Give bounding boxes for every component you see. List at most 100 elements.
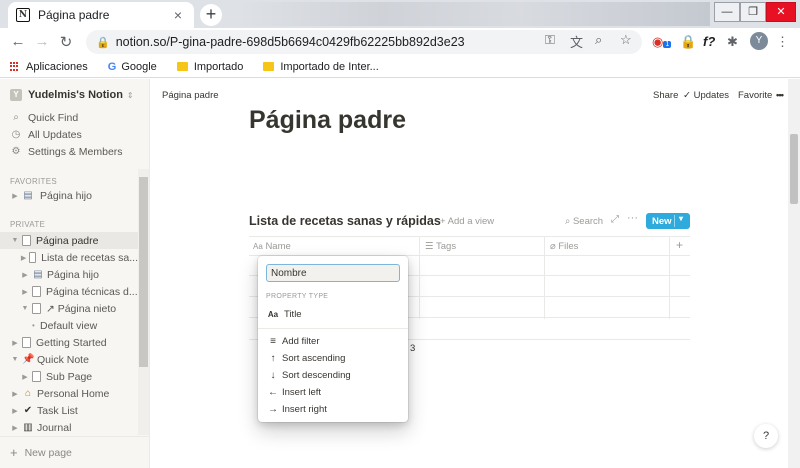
puzzle-extensions-icon[interactable]: ✱ — [727, 34, 738, 50]
arrow-down-icon: ↓ — [270, 370, 276, 381]
bookmark-star-icon[interactable]: ☆ — [620, 32, 632, 48]
sidebar-item-getting-started[interactable]: ▶ Getting Started — [0, 334, 138, 351]
more-options-icon[interactable]: ··· — [627, 212, 638, 224]
sidebar-item-favorite-pagina-hijo[interactable]: ▶ ▤ Página hijo — [0, 187, 138, 204]
menu-divider — [258, 328, 408, 329]
address-bar[interactable]: 🔒 notion.so/P-gina-padre-698d5b6694c0429… — [86, 30, 642, 54]
caret-down-icon[interactable]: ▼ — [10, 237, 20, 244]
reload-icon[interactable]: ↻ — [56, 33, 76, 51]
back-arrow-icon[interactable]: ← — [8, 33, 28, 50]
lock-extension-icon[interactable]: 🔒 — [680, 34, 696, 50]
insert-left-menu-item[interactable]: ← Insert left — [258, 384, 408, 401]
sidebar-item-label: Página técnicas d... — [46, 285, 138, 298]
workspace-switcher[interactable]: Y Yudelmis's Notion ⇕ — [10, 89, 134, 101]
formula-extension-icon[interactable]: f? — [703, 34, 715, 49]
caret-right-icon[interactable]: ▶ — [10, 390, 20, 398]
new-tab-button[interactable]: + — [200, 4, 222, 26]
workspace-name: Yudelmis's Notion — [28, 89, 123, 101]
bookmark-apps[interactable]: Aplicaciones — [10, 61, 88, 73]
chevron-down-icon[interactable]: ▾ — [679, 214, 683, 223]
property-type-title[interactable]: Aa Title — [258, 306, 408, 323]
sidebar-item-label: Settings & Members — [28, 145, 123, 158]
translate-icon[interactable]: 文 — [570, 32, 583, 51]
new-record-button[interactable]: New ▾ — [646, 213, 690, 229]
caret-down-icon[interactable]: ▼ — [10, 356, 20, 363]
bookmark-label: Importado de Inter... — [280, 60, 379, 73]
pushpin-icon: 📌 — [22, 354, 35, 365]
sort-ascending-menu-item[interactable]: ↑ Sort ascending — [258, 350, 408, 367]
close-tab-icon[interactable]: × — [170, 7, 186, 23]
extension-badge-icon[interactable]: ◉ 1 — [652, 34, 672, 50]
sort-descending-menu-item[interactable]: ↓ Sort descending — [258, 367, 408, 384]
maximize-icon[interactable]: ❐ — [740, 2, 766, 22]
key-icon[interactable]: ⚿ — [545, 32, 555, 48]
insert-right-menu-item[interactable]: → Insert right — [258, 401, 408, 418]
row-count: 3 — [410, 343, 416, 354]
column-header-name[interactable]: Aa Name — [253, 241, 291, 252]
caret-right-icon[interactable]: ▶ — [10, 192, 20, 200]
more-options-icon[interactable]: ••• — [776, 90, 784, 101]
property-name-input[interactable] — [266, 264, 400, 282]
sidebar-item-personal-home[interactable]: ▶ ⌂ Personal Home — [0, 385, 138, 402]
database-search-button[interactable]: ⌕ Search — [565, 216, 603, 227]
main-scrollbar-thumb[interactable] — [790, 134, 798, 204]
breadcrumb[interactable]: Página padre — [162, 90, 219, 101]
help-button[interactable]: ? — [754, 424, 778, 448]
sidebar-item-pagina-padre[interactable]: ▼ Página padre — [0, 232, 138, 249]
favorite-button[interactable]: Favorite — [738, 90, 772, 101]
caret-right-icon[interactable]: ▶ — [10, 424, 20, 432]
sidebar-item-pagina-tecnicas[interactable]: ▶ Página técnicas d... — [0, 283, 138, 300]
tab-title: Página padre — [38, 8, 110, 22]
column-label: Name — [265, 241, 291, 252]
sidebar-item-settings[interactable]: ⚙ Settings & Members — [0, 143, 138, 160]
browser-tab[interactable]: N Página padre × — [8, 2, 194, 28]
bookmark-google[interactable]: G Google — [108, 61, 157, 73]
page-topbar: Página padre Share ✓ Updates Favorite ••… — [150, 79, 800, 113]
caret-right-icon[interactable]: ▶ — [10, 407, 20, 415]
add-column-button[interactable]: + — [676, 238, 683, 252]
sidebar-item-quick-find[interactable]: ⌕ Quick Find — [0, 109, 138, 126]
sidebar-item-sub-page[interactable]: ▶ Sub Page — [0, 368, 138, 385]
bookmarks-bar: Aplicaciones G Google Importado Importad… — [0, 56, 800, 78]
arrow-up-icon: ↑ — [270, 353, 276, 364]
caret-down-icon[interactable]: ▼ — [20, 305, 30, 312]
column-header-tags[interactable]: ☰ Tags — [425, 241, 456, 252]
caret-right-icon[interactable]: ▶ — [10, 339, 20, 347]
add-view-button[interactable]: + Add a view — [440, 216, 494, 227]
chrome-menu-icon[interactable]: ⋮ — [776, 34, 789, 50]
share-button[interactable]: Share — [653, 90, 678, 101]
bookmark-importado-inter[interactable]: Importado de Inter... — [263, 60, 379, 73]
caret-right-icon[interactable]: ▶ — [20, 373, 30, 381]
column-header-files[interactable]: ⌀ Files — [550, 241, 578, 252]
profile-avatar[interactable]: Y — [750, 32, 768, 50]
notion-favicon-icon: N — [16, 8, 30, 22]
expand-icon[interactable]: ⤢ — [611, 214, 619, 225]
new-page-button[interactable]: + New page — [0, 436, 149, 468]
chevron-updown-icon: ⇕ — [126, 90, 134, 100]
bookmark-importado[interactable]: Importado — [176, 61, 243, 73]
sidebar-item-lista-recetas[interactable]: ▶ Lista de recetas sa... — [0, 249, 138, 266]
sidebar-item-label: Personal Home — [37, 387, 110, 400]
sidebar-scrollbar-thumb[interactable] — [139, 177, 148, 367]
search-icon: ⌕ — [565, 216, 573, 227]
caret-right-icon[interactable]: ▶ — [20, 271, 30, 279]
sidebar-item-quick-note[interactable]: ▼ 📌 Quick Note — [0, 351, 138, 368]
close-window-icon[interactable]: ✕ — [766, 2, 796, 22]
sidebar-item-journal[interactable]: ▶ ▥ Journal — [0, 419, 138, 436]
forward-arrow-icon[interactable]: → — [32, 33, 52, 50]
database-title[interactable]: Lista de recetas sanas y rápidas — [249, 214, 441, 228]
sidebar-item-default-view[interactable]: • Default view — [0, 317, 138, 334]
sidebar-item-pagina-nieto[interactable]: ▼ ↗ Página nieto — [0, 300, 138, 317]
updates-button[interactable]: ✓ Updates — [683, 90, 729, 101]
caret-right-icon[interactable]: ▶ — [20, 254, 27, 262]
plus-icon: + — [10, 445, 18, 460]
caret-right-icon[interactable]: ▶ — [20, 288, 30, 296]
zoom-icon[interactable]: ⌕ — [595, 32, 602, 48]
minimize-icon[interactable]: — — [714, 2, 740, 22]
sidebar-item-task-list[interactable]: ▶ ✔ Task List — [0, 402, 138, 419]
add-filter-menu-item[interactable]: ≡ Add filter — [258, 333, 408, 350]
page-title[interactable]: Página padre — [249, 106, 406, 135]
sidebar-item-all-updates[interactable]: ◷ All Updates — [0, 126, 138, 143]
column-label: Files — [558, 241, 579, 252]
sidebar-item-pagina-hijo[interactable]: ▶ ▤ Página hijo — [0, 266, 138, 283]
